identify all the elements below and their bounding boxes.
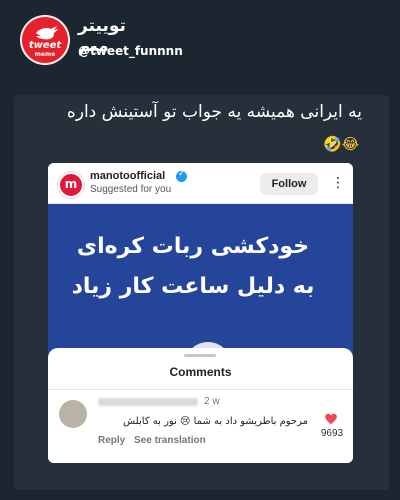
- comment-time: 2 w: [204, 396, 220, 407]
- post-image: خودکشی ربات کره‌ای به دلیل ساعت کار زیاد: [48, 204, 353, 374]
- brand-handle: @tweet_funnnn: [78, 44, 183, 58]
- see-translation-button[interactable]: See translation: [134, 435, 206, 446]
- follow-button[interactable]: Follow: [260, 173, 318, 195]
- post-header: m manotoofficial ✓ Suggested for you Fol…: [48, 163, 353, 204]
- comments-sheet: Comments 2 w مرحوم باطریشو داد به شما 😢 …: [48, 348, 353, 463]
- comment-text: مرحوم باطریشو داد به شما 😢 نور به کابلش: [122, 416, 308, 427]
- logo-subtext: meme: [34, 51, 56, 58]
- commenter-username-blurred[interactable]: [98, 398, 198, 406]
- verified-badge-icon: ✓: [176, 169, 187, 182]
- account-avatar[interactable]: m: [58, 172, 84, 198]
- logo-text: tweet: [28, 40, 62, 51]
- tweet-text: یه ایرانی همیشه یه جواب تو آستینش داره: [66, 102, 362, 122]
- heart-icon[interactable]: [324, 412, 338, 426]
- account-name[interactable]: manotoofficial: [90, 170, 165, 182]
- post-headline-line2: به دلیل ساعت کار زیاد: [71, 274, 315, 299]
- more-options-icon[interactable]: ⋮: [331, 173, 345, 193]
- like-count: 9693: [320, 428, 344, 439]
- sheet-handle[interactable]: [184, 354, 216, 357]
- post-headline-line1: خودکشی ربات کره‌ای: [76, 234, 310, 259]
- brand-logo: tweet meme: [20, 15, 70, 65]
- divider: [48, 389, 353, 390]
- embedded-post: m manotoofficial ✓ Suggested for you Fol…: [48, 163, 353, 463]
- suggested-label: Suggested for you: [90, 184, 172, 195]
- tweet-emojis: 🤣😂: [323, 135, 360, 153]
- commenter-avatar[interactable]: [59, 400, 87, 428]
- comments-title: Comments: [169, 365, 232, 379]
- reply-button[interactable]: Reply: [98, 435, 125, 446]
